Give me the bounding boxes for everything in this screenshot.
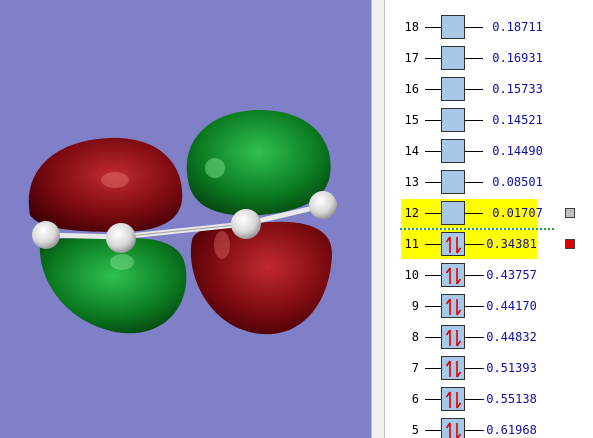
orbital-level-18[interactable]: 18 0.18711 bbox=[385, 12, 593, 43]
electron-pair-icon bbox=[445, 422, 462, 438]
atom-h-left bbox=[32, 221, 60, 249]
orbital-number: 7 bbox=[411, 361, 419, 375]
level-line-right bbox=[465, 151, 483, 152]
orbital-level-15[interactable]: 15 0.14521 bbox=[385, 105, 593, 136]
orbital-box[interactable] bbox=[441, 15, 465, 39]
orbital-number: 17 bbox=[404, 51, 419, 65]
level-line-right bbox=[465, 182, 483, 183]
level-line-left bbox=[425, 213, 441, 214]
atom-c-1 bbox=[106, 223, 136, 253]
orbital-level-7[interactable]: 7 -0.51393 bbox=[385, 353, 593, 384]
orbital-energy: -0.61968 bbox=[479, 423, 537, 437]
electron-pair-icon bbox=[445, 360, 462, 378]
level-line-left bbox=[425, 89, 441, 90]
level-line-left bbox=[425, 58, 441, 59]
orbital-box[interactable] bbox=[441, 294, 465, 318]
orbital-box[interactable] bbox=[441, 418, 465, 438]
orbital-energy: 0.14521 bbox=[485, 113, 543, 127]
orbital-number: 18 bbox=[404, 20, 419, 34]
orbital-level-12[interactable]: 12 0.01707 bbox=[385, 198, 593, 229]
level-line-right bbox=[465, 58, 483, 59]
orbital-box[interactable] bbox=[441, 356, 465, 380]
orbital-box[interactable] bbox=[441, 387, 465, 411]
orbital-energy: -0.43757 bbox=[479, 268, 537, 282]
level-line-left bbox=[425, 151, 441, 152]
orbital-energy: -0.34381 bbox=[479, 237, 537, 251]
level-line-left bbox=[425, 27, 441, 28]
orbital-number: 12 bbox=[404, 206, 419, 220]
orbital-energy: -0.51393 bbox=[479, 361, 537, 375]
electron-pair-icon bbox=[445, 329, 462, 347]
orbital-energy: 0.16931 bbox=[485, 51, 543, 65]
orbital-box[interactable] bbox=[441, 46, 465, 70]
orbital-box[interactable] bbox=[441, 108, 465, 132]
level-line-right bbox=[465, 89, 483, 90]
orbital-level-16[interactable]: 16 0.15733 bbox=[385, 74, 593, 105]
orbital-box[interactable] bbox=[441, 232, 465, 256]
orbital-number: 9 bbox=[411, 299, 419, 313]
orbital-number: 6 bbox=[411, 392, 419, 406]
orbital-energy: -0.44832 bbox=[479, 330, 537, 344]
orbital-number: 8 bbox=[411, 330, 419, 344]
lumo-marker[interactable] bbox=[565, 208, 575, 218]
orbital-energy: -0.44170 bbox=[479, 299, 537, 313]
orbital-number: 11 bbox=[404, 237, 419, 251]
orbital-box[interactable] bbox=[441, 201, 465, 225]
orbital-energy: 0.18711 bbox=[485, 20, 543, 34]
level-line-left bbox=[425, 306, 441, 307]
electron-pair-icon bbox=[445, 298, 462, 316]
orbital-lobe-green-left bbox=[39, 237, 187, 334]
mo-energy-diagram[interactable]: 18 0.18711 17 0.16931 16 0.15733 15 0.14521… bbox=[385, 0, 593, 438]
orbital-energy: 0.08501 bbox=[485, 175, 543, 189]
electron-pair-icon bbox=[445, 267, 462, 285]
orbital-level-8[interactable]: 8 -0.44832 bbox=[385, 322, 593, 353]
orbital-box[interactable] bbox=[441, 77, 465, 101]
orbital-level-11[interactable]: 11 -0.34381 bbox=[385, 229, 593, 260]
level-line-right bbox=[465, 213, 483, 214]
orbital-energy: 0.01707 bbox=[485, 206, 543, 220]
orbital-box[interactable] bbox=[441, 170, 465, 194]
level-line-left bbox=[425, 399, 441, 400]
level-line-left bbox=[425, 182, 441, 183]
level-line-right bbox=[465, 120, 483, 121]
orbital-box[interactable] bbox=[441, 325, 465, 349]
orbital-box[interactable] bbox=[441, 263, 465, 287]
orbital-number: 14 bbox=[404, 144, 419, 158]
molecule-3d-view[interactable] bbox=[0, 0, 371, 438]
level-line-left bbox=[425, 430, 441, 431]
orbital-energy: 0.15733 bbox=[485, 82, 543, 96]
homo-lumo-gap-line bbox=[400, 228, 554, 230]
level-line-left bbox=[425, 368, 441, 369]
orbital-number: 10 bbox=[404, 268, 419, 282]
level-line-right bbox=[465, 27, 483, 28]
level-line-left bbox=[425, 337, 441, 338]
orbital-energy: 0.14490 bbox=[485, 144, 543, 158]
level-line-left bbox=[425, 275, 441, 276]
orbital-number: 16 bbox=[404, 82, 419, 96]
orbital-level-17[interactable]: 17 0.16931 bbox=[385, 43, 593, 74]
orbital-level-6[interactable]: 6 -0.55138 bbox=[385, 384, 593, 415]
orbital-level-9[interactable]: 9 -0.44170 bbox=[385, 291, 593, 322]
atom-h-right bbox=[309, 191, 337, 219]
orbital-energy: -0.55138 bbox=[479, 392, 537, 406]
level-line-left bbox=[425, 244, 441, 245]
orbital-level-10[interactable]: 10 -0.43757 bbox=[385, 260, 593, 291]
orbital-lobe-red-right bbox=[190, 221, 333, 335]
electron-pair-icon bbox=[445, 391, 462, 409]
orbital-level-5[interactable]: 5 -0.61968 bbox=[385, 415, 593, 438]
electron-pair-icon bbox=[445, 236, 462, 254]
orbital-level-14[interactable]: 14 0.14490 bbox=[385, 136, 593, 167]
level-line-left bbox=[425, 120, 441, 121]
panel-splitter[interactable] bbox=[371, 0, 385, 438]
orbital-box[interactable] bbox=[441, 139, 465, 163]
orbital-render bbox=[28, 110, 337, 335]
homo-marker[interactable] bbox=[565, 239, 575, 249]
orbital-number: 15 bbox=[404, 113, 419, 127]
atom-c-2 bbox=[231, 209, 261, 239]
orbital-number: 5 bbox=[411, 423, 419, 437]
orbital-level-13[interactable]: 13 0.08501 bbox=[385, 167, 593, 198]
orbital-number: 13 bbox=[404, 175, 419, 189]
